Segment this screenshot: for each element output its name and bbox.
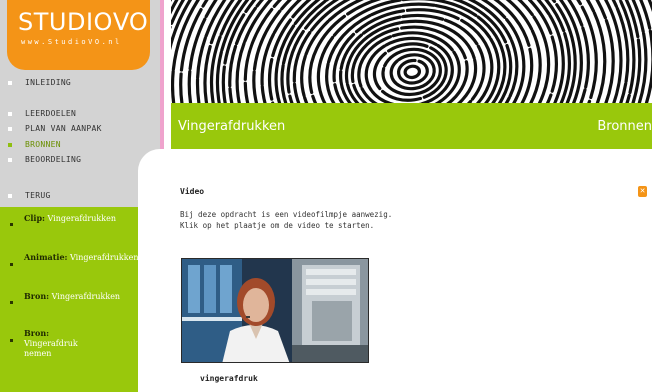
resource-type: Bron:	[24, 291, 50, 301]
resource-name: Vingerafdrukken	[70, 253, 139, 262]
nav-item-label: BRONNEN	[25, 140, 61, 149]
resource-item-bron-1[interactable]: Bron: Vingerafdrukken	[0, 291, 136, 305]
resource-text: Clip: Vingerafdrukken	[24, 213, 134, 224]
nav-item-label: TERUG	[25, 191, 51, 200]
logo-title-vo: VO	[112, 8, 148, 36]
nav-item-label: INLEIDING	[25, 78, 72, 87]
nav-item-plan-van-aanpak[interactable]: PLAN VAN AANPAK	[0, 122, 150, 136]
resource-item-bron-2[interactable]: Bron: Vingerafdruk nemen	[0, 328, 136, 358]
nav-bullet-icon	[8, 158, 12, 162]
studiovo-logo[interactable]: STUDIOVO www.StudioVO.nl	[7, 0, 150, 70]
resource-type: Clip:	[24, 213, 45, 223]
fingerprint-image	[171, 0, 652, 104]
description-line: Bij deze opdracht is een videofilmpje aa…	[180, 210, 393, 219]
nav-item-terug[interactable]: TERUG	[0, 189, 150, 203]
fingerprint-ridge	[397, 58, 429, 85]
resource-name: Vingerafdruk nemen	[24, 339, 78, 358]
logo-title-main: STUDIO	[18, 8, 113, 36]
nav-bullet-icon	[8, 194, 12, 198]
description-line: Klik op het plaatje om de video te start…	[180, 221, 375, 230]
nav-bullet-icon	[8, 81, 12, 85]
resource-bullet-icon	[10, 263, 13, 266]
resource-name: Vingerafdrukken	[47, 214, 116, 223]
nav-item-bronnen[interactable]: BRONNEN	[0, 138, 150, 152]
resource-type: Animatie:	[24, 252, 68, 262]
nav-item-leerdoelen[interactable]: LEERDOELEN	[0, 107, 150, 121]
page-title: Vingerafdrukken	[178, 119, 286, 134]
fingerprint-banner	[171, 0, 652, 104]
title-bar: Vingerafdrukken Bronnen	[171, 103, 652, 149]
video-heading: Video	[180, 187, 205, 196]
resource-item-animatie[interactable]: Animatie: Vingerafdrukken	[0, 252, 139, 266]
resource-name: Vingerafdrukken	[51, 292, 121, 301]
nav-item-beoordeling[interactable]: BEOORDELING	[0, 153, 150, 167]
nav-item-label: PLAN VAN AANPAK	[25, 124, 102, 133]
nav-bullet-icon	[8, 112, 12, 116]
logo-title: STUDIOVO	[18, 8, 148, 36]
resource-text: Bron: Vingerafdrukken	[24, 291, 134, 302]
close-icon[interactable]: ✕	[638, 186, 647, 197]
section-title: Bronnen	[597, 119, 652, 134]
resource-list: Clip: Vingerafdrukken Animatie: Vingeraf…	[0, 207, 138, 392]
resource-bullet-icon	[10, 223, 13, 226]
video-still-image	[182, 259, 368, 362]
resource-item-clip[interactable]: Clip: Vingerafdrukken	[0, 213, 136, 227]
logo-url: www.StudioVO.nl	[21, 38, 122, 46]
resource-bullet-icon	[10, 301, 13, 304]
fingerprint-ridge	[389, 53, 436, 91]
sidebar-nav-panel: STUDIOVO www.StudioVO.nl INLEIDING LEERD…	[0, 0, 160, 207]
video-thumbnail[interactable]	[181, 258, 369, 363]
nav-item-label: LEERDOELEN	[25, 109, 77, 118]
nav-bullet-icon	[8, 127, 12, 131]
nav-item-label: BEOORDELING	[25, 155, 82, 164]
video-caption: vingerafdruk	[200, 374, 258, 383]
resource-text: Bron: Vingerafdruk nemen	[24, 328, 104, 359]
resource-type: Bron:	[24, 328, 50, 338]
nav-bullet-active-icon	[8, 143, 12, 147]
fingerprint-ridge	[403, 64, 422, 80]
resource-text: Animatie: Vingerafdrukken	[24, 252, 139, 263]
nav-item-inleiding[interactable]: INLEIDING	[0, 76, 150, 90]
resource-bullet-icon	[10, 339, 13, 342]
content-panel: Video ✕ Bij deze opdracht is een videofi…	[138, 149, 652, 392]
